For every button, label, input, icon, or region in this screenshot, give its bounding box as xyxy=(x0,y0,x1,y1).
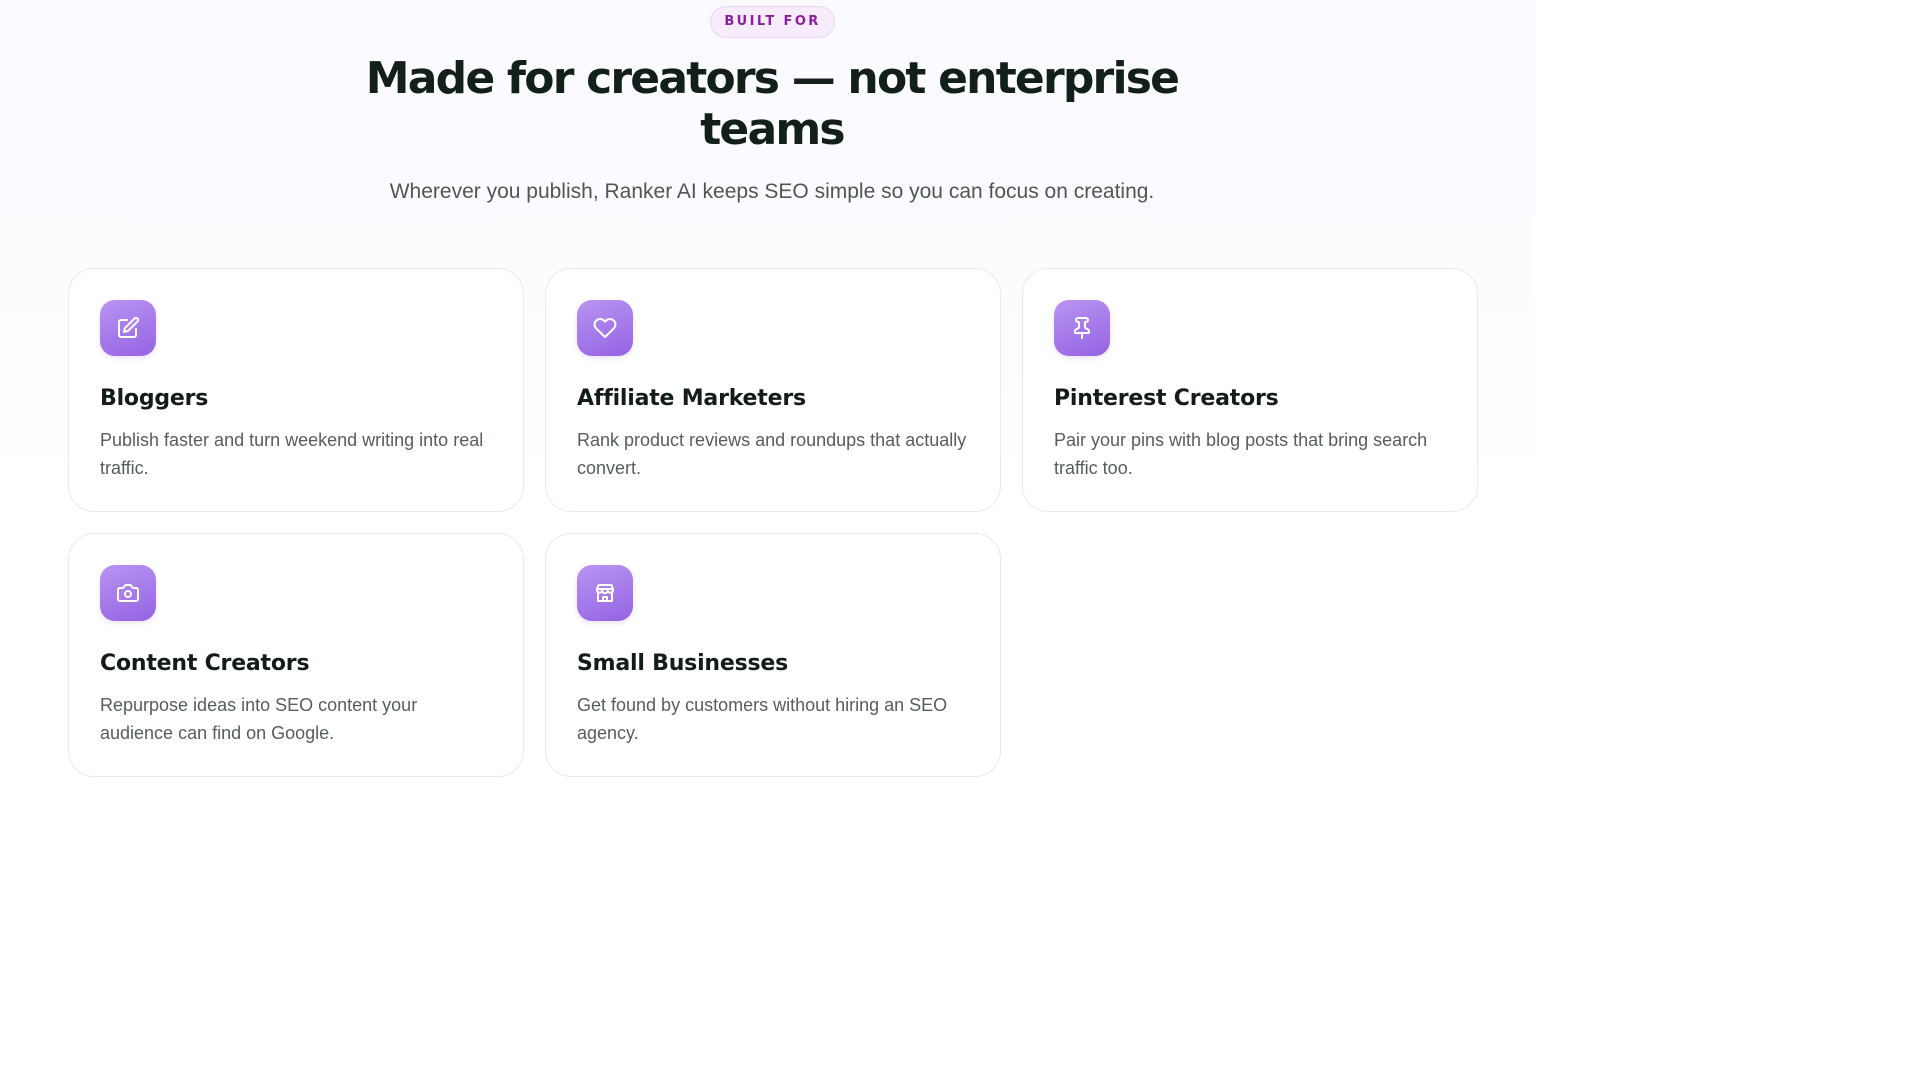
section-title: Made for creators — not enterprise teams xyxy=(365,53,1180,155)
built-for-section: BUILT FOR Made for creators — not enterp… xyxy=(0,0,1534,790)
heart-icon xyxy=(577,300,633,356)
card-description: Get found by customers without hiring an… xyxy=(577,695,948,743)
card-description: Repurpose ideas into SEO content your au… xyxy=(100,695,418,743)
card-title: Content Creators xyxy=(100,651,310,676)
card-title: Affiliate Marketers xyxy=(577,386,806,411)
card-affiliate-marketers: Affiliate Marketers Rank product reviews… xyxy=(545,268,1001,512)
card-description: Pair your pins with blog posts that brin… xyxy=(1054,430,1428,478)
card-title: Bloggers xyxy=(100,386,209,411)
card-small-businesses: Small Businesses Get found by customers … xyxy=(545,533,1001,777)
edit-icon xyxy=(100,300,156,356)
camera-icon xyxy=(100,565,156,621)
pin-icon xyxy=(1054,300,1110,356)
built-for-badge: BUILT FOR xyxy=(710,6,835,38)
card-title: Small Businesses xyxy=(577,651,789,676)
card-pinterest-creators: Pinterest Creators Pair your pins with b… xyxy=(1022,268,1478,512)
card-bloggers: Bloggers Publish faster and turn weekend… xyxy=(68,268,524,512)
card-description: Publish faster and turn weekend writing … xyxy=(100,430,484,478)
card-content-creators: Content Creators Repurpose ideas into SE… xyxy=(68,533,524,777)
card-title: Pinterest Creators xyxy=(1054,386,1279,411)
store-icon xyxy=(577,565,633,621)
section-subtitle: Wherever you publish, Ranker AI keeps SE… xyxy=(389,180,1155,203)
card-description: Rank product reviews and roundups that a… xyxy=(577,430,967,478)
